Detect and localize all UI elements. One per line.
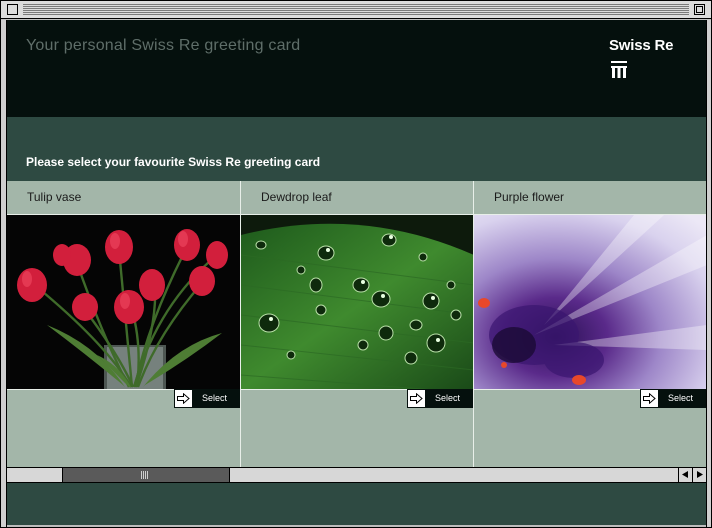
instruction-text: Please select your favourite Swiss Re gr…: [26, 155, 321, 169]
window-right-edge: [706, 20, 711, 527]
card-label: Tulip vase: [27, 190, 82, 204]
zoom-box[interactable]: [694, 4, 705, 15]
triangle-right-icon: [697, 471, 703, 478]
close-box[interactable]: [7, 4, 18, 15]
horizontal-scrollbar[interactable]: [7, 467, 706, 483]
page-header: Your personal Swiss Re greeting card Swi…: [7, 20, 706, 117]
arrow-right-icon: [175, 390, 192, 407]
dewdrop-leaf-image[interactable]: [241, 214, 474, 390]
select-button-tulip-vase[interactable]: Select: [174, 389, 240, 408]
browser-window: Your personal Swiss Re greeting card Swi…: [0, 0, 712, 528]
select-button-label: Select: [435, 393, 461, 403]
window-title-bar[interactable]: [1, 1, 711, 19]
scrollbar-thumb[interactable]: [62, 468, 230, 482]
card-tulip-vase: Tulip vase Select: [7, 181, 240, 467]
page-content: Your personal Swiss Re greeting card Swi…: [7, 20, 706, 467]
select-button-dewdrop-leaf[interactable]: Select: [407, 389, 473, 408]
page-footer-area: [7, 483, 706, 525]
swiss-re-logo-text: Swiss Re: [609, 37, 674, 54]
title-bar-stripes: [23, 4, 689, 15]
card-purple-flower: Purple flower Select: [473, 181, 706, 467]
scroll-left-button[interactable]: [678, 468, 692, 482]
swiss-re-logo-mark-icon: [611, 61, 627, 78]
scroll-right-button[interactable]: [692, 468, 706, 482]
triangle-left-icon: [682, 471, 688, 478]
card-label: Dewdrop leaf: [261, 190, 332, 204]
select-button-label: Select: [668, 393, 694, 403]
select-button-purple-flower[interactable]: Select: [640, 389, 706, 408]
page-title: Your personal Swiss Re greeting card: [26, 37, 301, 54]
card-label: Purple flower: [494, 190, 565, 204]
scrollbar-grip: [141, 471, 149, 479]
card-selection-grid: Tulip vase Select Dewdrop leaf Select Pu…: [7, 181, 706, 467]
arrow-right-icon: [641, 390, 658, 407]
select-button-label: Select: [202, 393, 228, 403]
card-dewdrop-leaf: Dewdrop leaf Select: [240, 181, 474, 467]
tulip-vase-image[interactable]: [7, 214, 240, 390]
purple-flower-image[interactable]: [474, 214, 706, 390]
arrow-right-icon: [408, 390, 425, 407]
